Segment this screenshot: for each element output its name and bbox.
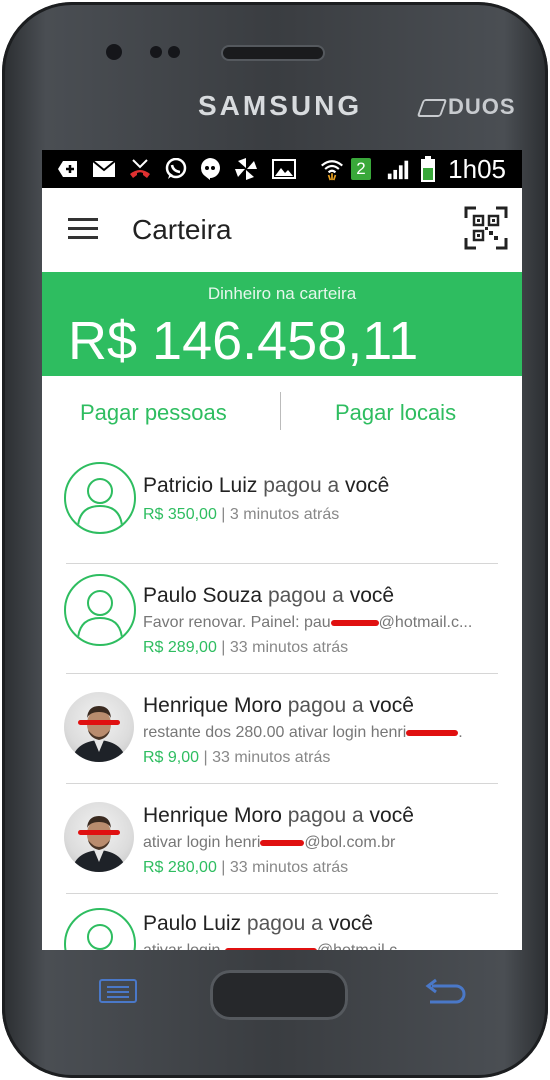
feed-title: Henrique Moro pagou a você [143,694,414,718]
payer-name: Henrique Moro [143,804,282,827]
app-bar: Carteira [42,188,522,272]
description-suffix: . [458,724,463,741]
amount: R$ 280,00 [143,859,217,876]
feed-title: Patricio Luiz pagou a você [143,474,389,498]
feed-verb: pagou a [263,474,340,497]
earpiece-speaker [223,47,323,59]
timestamp: 33 minutos atrás [229,639,349,656]
payer-name: Patricio Luiz [143,474,258,497]
description-prefix: Favor renovar. Painel: pau [143,614,331,631]
wifi-icon [320,158,344,181]
feed-meta: R$ 350,00 | 3 minutos atrás [143,506,340,523]
mail-icon [92,158,116,180]
person-photo-icon [72,706,126,762]
avatar-photo [64,802,134,872]
feed-description: ativar login henri @bol.com.br [143,834,498,852]
list-item[interactable]: Paulo Luiz pagou a você ativar login @ho… [42,894,522,950]
pay-places-button[interactable]: Pagar locais [335,400,456,426]
whatsapp-icon [164,158,188,180]
redaction-mark [406,729,459,736]
sim-card-icon [416,99,448,118]
status-time: 1h05 [448,154,506,184]
feed-verb: pagou a [246,912,323,935]
status-bar: 2 1h05 [42,150,522,188]
feed-description: ativar login @hotmail.c... [143,942,498,950]
signal-icon [386,158,410,180]
battery-icon [416,156,440,182]
feed-title: Paulo Luiz pagou a você [143,912,373,936]
brand-logo: SAMSUNG [198,90,363,121]
front-camera-icon-2 [168,46,180,58]
image-icon [272,158,296,180]
feed-description: Favor renovar. Painel: pau @hotmail.c... [143,614,498,632]
page-title: Carteira [132,214,232,245]
feed-verb: pagou a [287,804,364,827]
duos-label: DUOS [448,94,516,119]
feed-meta: R$ 280,00 | 33 minutos atrás [143,859,349,876]
feed-verb: pagou a [267,584,344,607]
hamburger-menu-icon[interactable] [68,218,98,240]
timestamp: 3 minutos atrás [229,506,340,523]
home-button[interactable] [210,970,348,1020]
timestamp: 33 minutos atrás [212,749,331,766]
feed-meta: R$ 289,00 | 33 minutos atrás [143,639,349,656]
amount: R$ 350,00 [143,506,217,523]
qr-scan-icon[interactable] [464,206,508,250]
payer-name: Henrique Moro [143,694,282,717]
action-divider [280,392,281,430]
payee: você [369,694,414,717]
description-prefix: ativar login [143,942,225,950]
sim-number: 2 [351,158,371,180]
description-suffix: @hotmail.c... [317,942,411,950]
avatar-placeholder-icon [64,908,136,950]
missed-call-icon [128,158,152,180]
avatar-placeholder-icon [64,462,136,534]
front-camera-icon [150,46,162,58]
payee: você [349,584,395,607]
balance-banner: Dinheiro na carteira R$ 146.458,11 [42,272,522,376]
payee: você [369,804,414,827]
transaction-feed: Patricio Luiz pagou a você R$ 350,00 | 3… [42,454,522,950]
sim2-icon: 2 [348,158,374,180]
list-item[interactable]: Henrique Moro pagou a você restante dos … [42,674,522,784]
action-bar: Pagar pessoas Pagar locais [42,376,522,454]
list-item[interactable]: Henrique Moro pagou a você ativar login … [42,784,522,894]
description-prefix: ativar login henri [143,834,261,851]
duos-badge: DUOS [416,94,516,120]
balance-value: R$ 146.458,11 [68,311,419,371]
payee: você [328,912,374,935]
amount: R$ 9,00 [143,749,200,766]
description-prefix: restante dos 280.00 ativar login henri [143,724,407,741]
description-suffix: @bol.com.br [304,834,396,851]
feed-verb: pagou a [287,694,364,717]
amount: R$ 289,00 [143,639,217,656]
back-key-icon[interactable] [422,978,466,1008]
redaction-mark [260,839,305,846]
person-photo-icon [72,816,126,872]
timestamp: 33 minutos atrás [229,859,349,876]
payer-name: Paulo Luiz [143,912,242,935]
avatar-photo [64,692,134,762]
list-item[interactable]: Paulo Souza pagou a você Favor renovar. … [42,564,522,674]
description-suffix: @hotmail.c... [378,614,473,631]
payer-name: Paulo Souza [143,584,263,607]
redaction-mark [224,947,317,950]
pay-people-button[interactable]: Pagar pessoas [80,400,227,426]
proximity-sensor-icon [106,44,122,60]
feed-title: Paulo Souza pagou a você [143,584,394,608]
sync-icon [234,158,258,180]
add-icon [56,158,80,180]
feed-description: restante dos 280.00 ativar login henri. [143,724,498,742]
list-item[interactable]: Patricio Luiz pagou a você R$ 350,00 | 3… [42,454,522,564]
redaction-mark [330,619,379,626]
screen: 2 1h05 Carteira Dinheiro na carteira R$ … [42,150,522,950]
feed-meta: R$ 9,00 | 33 minutos atrás [143,749,331,766]
balance-label: Dinheiro na carteira [207,284,357,303]
menu-key-icon[interactable] [98,978,138,1004]
chat-bubble-icon [198,158,222,180]
avatar-placeholder-icon [64,574,136,646]
feed-title: Henrique Moro pagou a você [143,804,414,828]
payee: você [345,474,390,497]
